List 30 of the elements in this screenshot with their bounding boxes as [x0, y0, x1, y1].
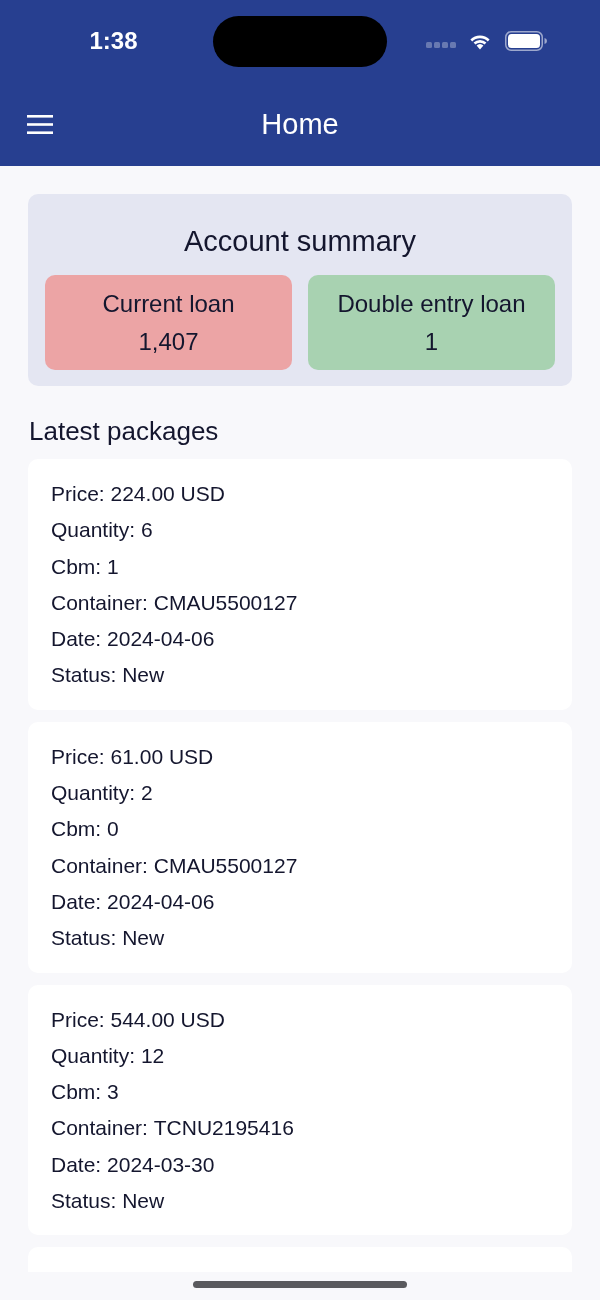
battery-icon [505, 31, 547, 51]
package-detail: Price: 61.00 USD [51, 743, 214, 770]
signal-icon [426, 42, 456, 48]
package-detail: Container: CMAU5500127 [51, 589, 298, 616]
package-detail: Status: New [51, 1188, 165, 1215]
page-title: Home [261, 109, 339, 139]
package-detail: Status: New [51, 925, 165, 952]
loan-label: Double entry loan [337, 289, 526, 319]
package-detail: Date: 2024-04-06 [51, 626, 215, 653]
package-detail: Quantity: 12 [51, 1042, 165, 1069]
package-detail: Cbm: 1 [51, 553, 119, 580]
section-heading: Latest packages [28, 415, 220, 448]
account-summary-title: Account summary [182, 224, 418, 258]
package-detail: Price: 544.00 USD [51, 1006, 225, 1033]
package-detail: Cbm: 3 [51, 1079, 119, 1106]
package-detail: Date: 2024-03-30 [51, 1151, 215, 1178]
loan-amount: 1 [424, 327, 439, 357]
package-detail: Price: 224.00 USD [51, 481, 225, 507]
menu-icon [27, 114, 53, 134]
package-detail: Container: TCNU2195416 [51, 1115, 294, 1142]
package-detail: Cbm: 0 [51, 816, 119, 843]
package-detail: Quantity: 6 [51, 517, 153, 544]
loan-label: Current loan [102, 289, 235, 319]
menu-button[interactable] [27, 114, 53, 134]
status-time: 1:38 [89, 29, 138, 53]
package-detail: Quantity: 2 [51, 780, 153, 807]
package-detail: Container: CMAU5500127 [51, 852, 298, 879]
package-detail: Status: New [51, 662, 165, 689]
package-detail: Date: 2024-04-06 [51, 888, 215, 915]
loan-amount: 1,407 [138, 327, 199, 357]
